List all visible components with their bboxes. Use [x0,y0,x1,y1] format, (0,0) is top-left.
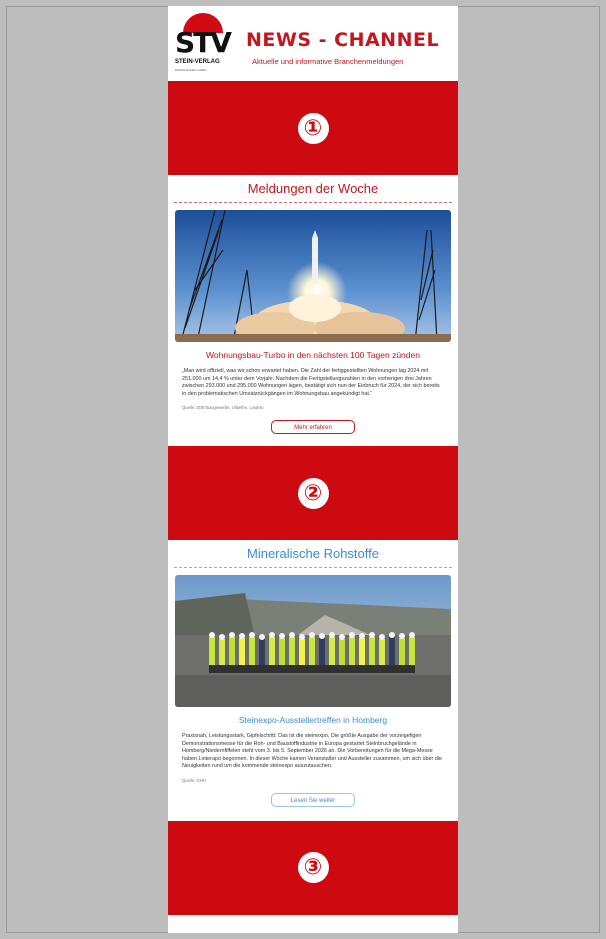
stv-logo[interactable]: STV STEIN-VERLAG BADEN-BADEN GMBH [175,13,233,75]
band-number-2: ② [297,477,329,509]
ad-band-1[interactable]: ① [168,81,458,175]
section-meldungen: Meldungen der Woche Wohnungsbau-Turbo in… [168,175,458,446]
section-heading: Meldungen der Woche [247,181,379,196]
article-title[interactable]: Steinexpo-Ausstellertreffen in Homberg [168,715,458,725]
band-number-1: ① [297,112,329,144]
logo-publisher-sub: BADEN-BADEN GMBH [175,68,207,72]
article-source: Quelle: ZDB Baugewerbe, Ullaelfre, Linde… [182,405,264,410]
rocket-launch-photo[interactable] [175,210,451,342]
channel-title: NEWS - CHANNEL [246,29,440,51]
group-quarry-photo[interactable] [175,575,451,707]
channel-subtitle: Aktuelle und informative Branchenmeldung… [252,57,404,66]
logo-letters: STV [175,26,232,59]
newsletter-column: STV STEIN-VERLAG BADEN-BADEN GMBH NEWS -… [168,6,458,933]
dashed-divider [174,202,452,203]
mehr-erfahren-button[interactable]: Mehr erfahren [271,420,355,434]
newsletter-header: STV STEIN-VERLAG BADEN-BADEN GMBH NEWS -… [168,6,458,81]
article-title[interactable]: Wohnungsbau-Turbo in den nächsten 100 Ta… [168,350,458,360]
article-source: Quelle: GHH [182,777,206,783]
band-number-3: ③ [297,852,329,883]
lesen-sie-weiter-button[interactable]: Lesen Sie weiter [271,792,355,807]
article-text: Praxisnah, Leistungsstark, Gipfelschritt… [182,733,443,769]
ad-band-3[interactable]: ③ [168,820,458,915]
section-heading: Mineralische Rohstoffe [247,546,379,561]
logo-publisher-name: STEIN-VERLAG [175,59,220,65]
dashed-divider [174,567,452,568]
ad-band-2[interactable]: ② [168,446,458,540]
article-text: „Man wird offiziell, was wir schon erwar… [182,368,440,397]
section-rohstoffe: Mineralische Rohstoffe Steinexpo-Ausstel… [168,540,458,821]
